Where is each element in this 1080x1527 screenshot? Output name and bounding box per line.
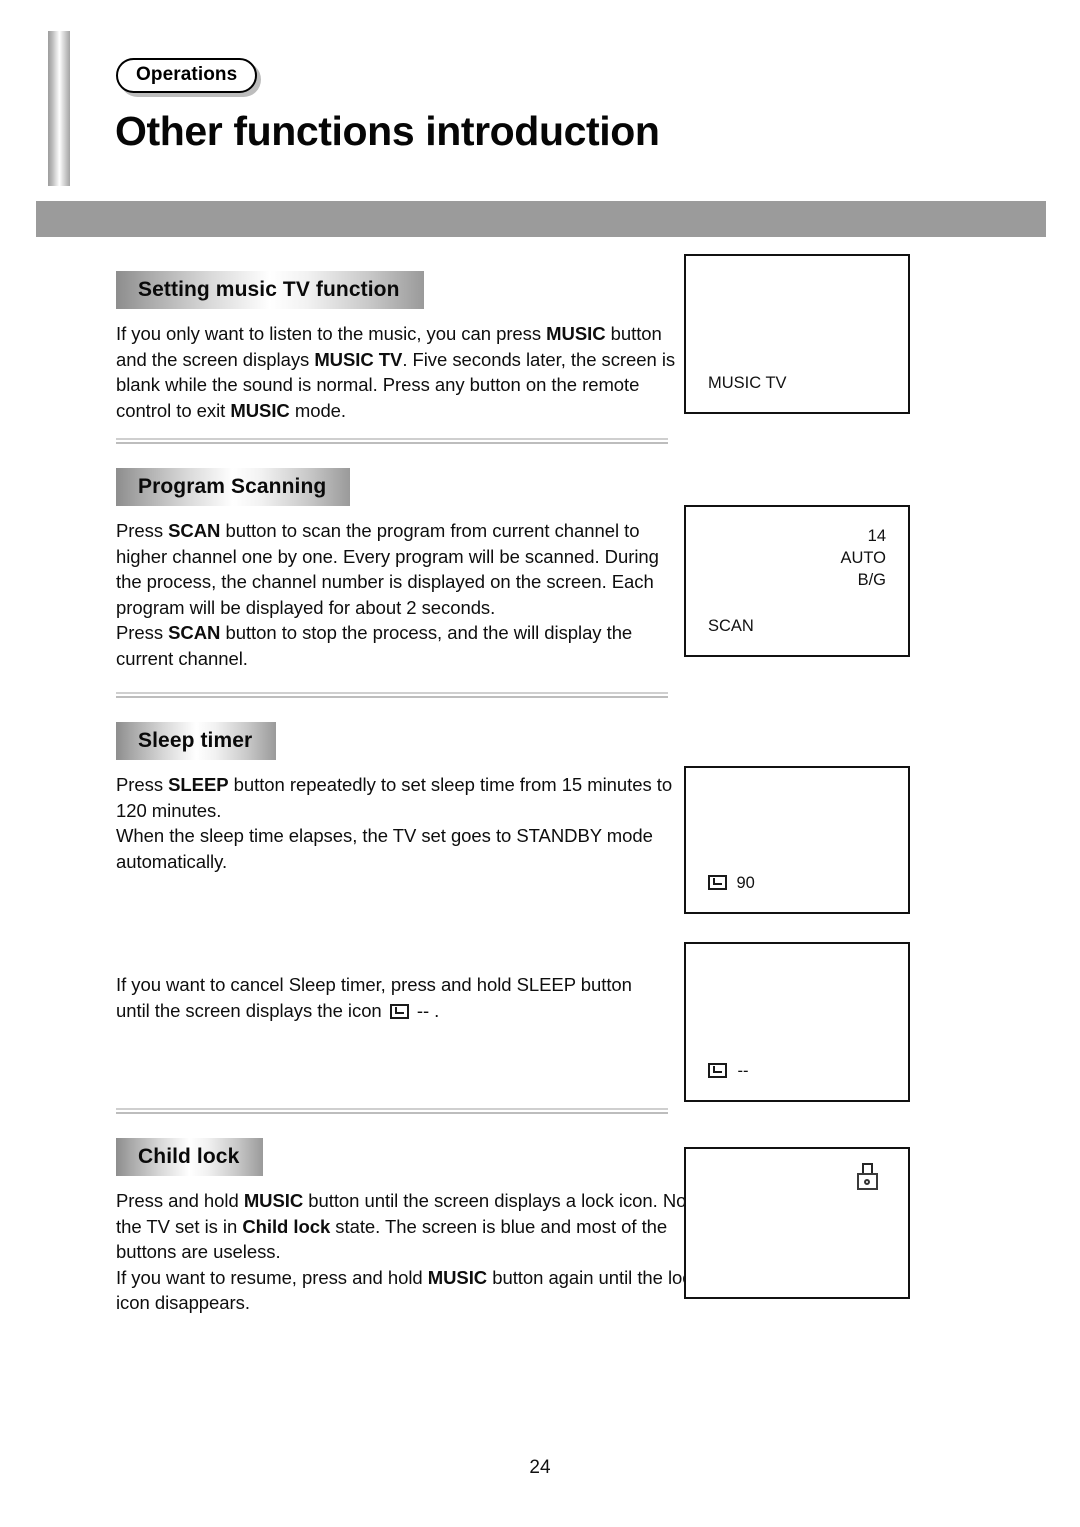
manual-page: Operations Other functions introduction … xyxy=(0,0,1080,1527)
body-text: Press and hold xyxy=(116,1190,244,1212)
cancel-note-line-1: If you want to cancel Sleep timer, press… xyxy=(116,974,632,995)
body-text: If you only want to listen to the music,… xyxy=(116,323,547,345)
emphasis-text: MUSIC TV xyxy=(314,348,403,370)
page-title: Other functions introduction xyxy=(115,108,660,154)
body-text: If you want to resume, press and hold xyxy=(116,1266,428,1288)
body-text: Press xyxy=(116,622,169,644)
page-number: 24 xyxy=(529,1457,551,1478)
body-text: When the sleep time elapses, the TV set … xyxy=(116,825,653,872)
page-spine-gradient xyxy=(48,31,70,186)
osd-label-music-tv: MUSIC TV xyxy=(708,374,787,392)
sleep-timer-icon xyxy=(708,1063,727,1078)
divider xyxy=(116,1108,668,1115)
cancel-note-text-before: until the screen displays the icon xyxy=(116,999,382,1021)
section-category-badge: Operations xyxy=(116,58,258,93)
section-heading-music-tv: Setting music TV function xyxy=(116,271,424,310)
emphasis-text: MUSIC xyxy=(546,323,606,345)
divider xyxy=(116,438,668,445)
section-body-sleep-timer-2: When the sleep time elapses, the TV set … xyxy=(116,823,682,874)
screen-preview-music-tv: MUSIC TV xyxy=(684,254,910,414)
header-band xyxy=(36,201,1046,237)
emphasis-text: SLEEP xyxy=(168,774,229,796)
osd-sleep-minutes: 90 xyxy=(736,874,755,892)
section-heading-sleep-timer: Sleep timer xyxy=(116,722,277,761)
section-body-child-lock-1: Press and hold MUSIC button until the sc… xyxy=(116,1188,716,1265)
osd-sleep-cancel-value: -- xyxy=(737,1062,749,1080)
section-child-lock: Child lock Press and hold MUSIC button u… xyxy=(116,1138,701,1316)
screen-preview-child-lock xyxy=(684,1147,910,1299)
section-body-child-lock-2: If you want to resume, press and hold MU… xyxy=(116,1265,716,1316)
sleep-timer-icon xyxy=(389,1003,409,1019)
osd-lock-group xyxy=(857,1163,878,1196)
emphasis-text: MUSIC xyxy=(230,399,290,421)
screen-preview-scan: 14 AUTO B/G SCAN xyxy=(684,505,910,657)
osd-sleep-cancel-group: -- xyxy=(708,1060,748,1082)
section-body-sleep-timer-1: Press SLEEP button repeatedly to set sle… xyxy=(116,772,682,823)
padlock-icon xyxy=(857,1163,878,1191)
section-heading-child-lock: Child lock xyxy=(116,1138,264,1177)
osd-system-auto: AUTO xyxy=(840,549,886,567)
osd-label-scan: SCAN xyxy=(708,617,754,635)
body-text: Press xyxy=(116,520,169,542)
cancel-note-line-2: until the screen displays the icon -- . xyxy=(116,998,682,1024)
emphasis-text: SCAN xyxy=(168,520,221,542)
divider xyxy=(116,692,668,699)
section-heading-program-scanning: Program Scanning xyxy=(116,468,351,507)
screen-preview-sleep-cancel: -- xyxy=(684,942,910,1102)
emphasis-text: MUSIC xyxy=(427,1266,488,1288)
emphasis-text: MUSIC xyxy=(243,1190,304,1212)
cancel-note-text-after: -- . xyxy=(416,999,440,1021)
section-body-program-scanning-2: Press SCAN button to stop the process, a… xyxy=(116,620,682,671)
section-program-scanning: Program Scanning Press SCAN button to sc… xyxy=(116,468,682,672)
osd-sleep-group: 90 xyxy=(708,872,755,894)
sleep-timer-cancel-note: If you want to cancel Sleep timer, press… xyxy=(116,972,682,1023)
osd-channel-number: 14 xyxy=(867,527,886,545)
osd-channel-info: 14 AUTO B/G xyxy=(840,525,886,591)
section-music-tv: Setting music TV function If you only wa… xyxy=(116,271,682,423)
emphasis-text: SCAN xyxy=(168,622,221,644)
sleep-timer-icon xyxy=(708,875,727,890)
section-body-program-scanning-1: Press SCAN button to scan the program fr… xyxy=(116,518,682,620)
screen-preview-sleep-timer: 90 xyxy=(684,766,910,914)
section-body-music-tv: If you only want to listen to the music,… xyxy=(116,321,682,423)
body-text: mode. xyxy=(289,399,347,421)
osd-system-bg: B/G xyxy=(857,571,886,589)
emphasis-text: Child lock xyxy=(242,1215,331,1237)
section-sleep-timer: Sleep timer Press SLEEP button repeatedl… xyxy=(116,722,682,874)
breadcrumb: Operations xyxy=(116,58,262,97)
body-text: Press xyxy=(116,774,169,796)
